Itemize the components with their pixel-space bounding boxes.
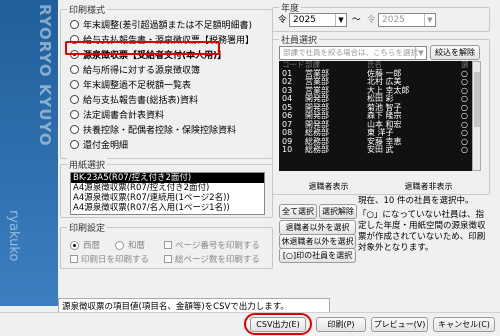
chevron-down-icon: ▼ <box>415 47 426 59</box>
cancel-button[interactable]: キャンセル(C) <box>433 317 495 332</box>
scrollbar-thumb[interactable] <box>474 72 480 127</box>
print-date-checkbox[interactable]: 印刷日を印刷する <box>70 253 149 265</box>
radio-icon <box>70 109 79 119</box>
year-separator: 〜 <box>352 15 361 25</box>
print-format-option-label: 年末調整(差引超過額または不足額明細書) <box>83 20 253 31</box>
select-non-leave-button[interactable]: 休退職者以外を選択 <box>279 234 356 249</box>
clear-filter-button[interactable]: 絞込を解除 <box>430 45 480 60</box>
selection-count: 現在、10 件の社員を選択中。 <box>358 196 474 206</box>
radio-icon <box>70 139 79 149</box>
paper-item[interactable]: BK-23A5(R07/控え付き2面付) <box>71 173 264 183</box>
print-format-option-label: 給与所得に対する源泉徴収簿 <box>83 65 201 76</box>
dept-filter-select[interactable]: 部課で社員を絞る場合は、こちらを選択 ▼ <box>279 46 427 60</box>
deselect-button[interactable]: 選択解除 <box>319 204 357 219</box>
print-format-option[interactable]: 還付金明細 <box>70 138 129 151</box>
sidebar-vertical-text: RYORYO KYUYO <box>36 4 54 147</box>
chevron-down-icon: ▼ <box>424 14 435 26</box>
employee-list[interactable]: コード 部課 氏名選 01 営業部 佐藤 一郎 ○ 02 営業部 北村 広美 ○ 03 営業部 大上 幸太… <box>279 61 472 171</box>
seireki-radio[interactable]: 西暦 <box>70 239 100 251</box>
print-format-option-label: 年末調整過不足税額一覧表 <box>83 80 192 91</box>
radio-icon <box>70 64 79 74</box>
radio-icon <box>70 19 79 29</box>
select-non-retired-button[interactable]: 退職者以外を選択 <box>279 220 356 235</box>
checkbox-icon <box>164 241 172 249</box>
employee-row[interactable]: 10 総務部 安田 武 ○ <box>279 145 472 155</box>
year-to-era: 令 <box>367 15 376 25</box>
employee-select-label: 社員選択 <box>279 33 320 46</box>
print-format-option[interactable]: 法定調書合計表資料 <box>70 108 165 121</box>
year-to-select[interactable]: 2025 ▼ <box>378 13 436 27</box>
print-format-label: 印刷様式 <box>67 3 108 16</box>
print-settings-label: 印刷設定 <box>67 221 108 234</box>
print-format-option-label: 法定調書合計表資料 <box>83 110 165 121</box>
print-format-option[interactable]: 給与支払報告書(総括表)資料 <box>70 93 199 106</box>
hide-retired-button[interactable]: 退職者非表示 <box>382 180 475 193</box>
print-format-option-label: 扶養控除・配偶者控除・保険控除資料 <box>83 125 237 136</box>
sidebar-bottom-text: ryakuko <box>6 210 21 262</box>
print-format-option-label: 還付金明細 <box>83 140 129 151</box>
radio-icon <box>70 240 79 250</box>
radio-icon <box>70 79 79 89</box>
total-pages-checkbox[interactable]: 総ページ数を印刷する <box>164 253 260 265</box>
employee-mark: ○ <box>461 145 468 154</box>
preview-button[interactable]: プレビュー(V) <box>371 317 428 332</box>
employee-code: 10 <box>282 145 293 154</box>
print-format-option-label: 給与支払報告書(総括表)資料 <box>83 95 199 106</box>
selection-info: 「○」になっていない社員は、指定した年度・用紙空間の源泉徴収票が作成されていない… <box>358 210 486 253</box>
paper-item[interactable]: A4源泉徴収票(R07/名入用(1ページ1名)) <box>71 203 264 213</box>
print-format-option[interactable]: 給与所得に対する源泉徴収簿 <box>70 63 201 76</box>
paper-item[interactable]: A4源泉徴収票(R07/連続用(1ページ2名)) <box>71 193 264 203</box>
radio-icon <box>115 240 124 250</box>
year-from-select[interactable]: 2025 ▼ <box>289 13 347 27</box>
print-button[interactable]: 印刷(P) <box>316 317 366 332</box>
print-format-option[interactable]: 扶養控除・配偶者控除・保険控除資料 <box>70 123 237 136</box>
checkbox-icon <box>164 255 172 263</box>
radio-icon <box>70 124 79 134</box>
select-all-button[interactable]: 全て選択 <box>279 204 317 219</box>
print-format-option[interactable]: 年末調整(差引超過額または不足額明細書) <box>70 18 253 31</box>
radio-icon <box>70 94 79 104</box>
employee-name: 安田 武 <box>367 145 394 154</box>
checkbox-icon <box>70 255 78 263</box>
employee-dept: 総務部 <box>305 145 329 154</box>
year-from-era: 令 <box>278 15 287 25</box>
page-number-checkbox[interactable]: ページ番号を印刷する <box>164 239 260 251</box>
wareki-radio[interactable]: 和暦 <box>115 239 145 251</box>
print-format-option[interactable]: 年末調整過不足税額一覧表 <box>70 78 192 91</box>
paper-item[interactable]: A4源泉徴収票(R07/控え付き2面付) <box>71 183 264 193</box>
paper-select-label: 用紙選択 <box>67 158 108 171</box>
chevron-down-icon: ▼ <box>335 14 346 26</box>
select-circle-button[interactable]: [○]印の社員を選択 <box>279 248 356 263</box>
show-retired-button[interactable]: 退職者表示 <box>282 180 375 193</box>
employee-list-scrollbar[interactable] <box>472 61 481 171</box>
app-sidebar: RYORYO KYUYO ryakuko <box>0 0 58 306</box>
paper-list[interactable]: BK-23A5(R07/控え付き2面付) A4源泉徴収票(R07/控え付き2面付… <box>70 172 265 215</box>
csv-button-highlight <box>244 313 312 335</box>
selected-option-highlight <box>65 41 220 55</box>
